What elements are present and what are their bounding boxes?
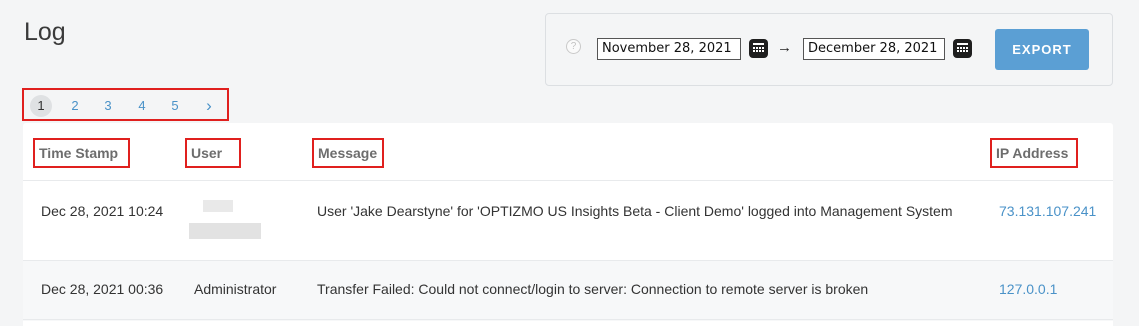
end-date-input[interactable]: December 28, 2021 — [803, 38, 945, 60]
page-5-link[interactable]: 5 — [168, 95, 182, 117]
next-page-icon[interactable]: › — [202, 95, 216, 117]
export-button[interactable]: EXPORT — [995, 29, 1089, 70]
column-header-user[interactable]: User — [185, 138, 241, 168]
date-filter-panel: ? November 28, 2021 → December 28, 2021 … — [545, 13, 1113, 86]
cell-user: Administrator — [194, 281, 277, 297]
row-divider — [23, 180, 1113, 181]
range-arrow: → — [777, 39, 792, 56]
table-row: Dec 28, 2021 00:36 Administrator Transfe… — [23, 261, 1113, 321]
page-1-link[interactable]: 1 — [30, 95, 52, 117]
calendar-icon[interactable] — [749, 39, 768, 58]
row-divider — [23, 319, 1113, 320]
page-title: Log — [24, 18, 66, 46]
cell-timestamp: Dec 28, 2021 00:36 — [41, 281, 164, 297]
column-header-message[interactable]: Message — [312, 138, 384, 168]
cell-ip-link[interactable]: 127.0.0.1 — [999, 281, 1057, 297]
page-2-link[interactable]: 2 — [68, 95, 82, 117]
start-date-input[interactable]: November 28, 2021 — [597, 38, 741, 60]
help-icon[interactable]: ? — [566, 39, 581, 54]
cell-message: User 'Jake Dearstyne' for 'OPTIZMO US In… — [317, 203, 953, 219]
pagination: 1 2 3 4 5 › — [22, 88, 229, 121]
page-4-link[interactable]: 4 — [135, 95, 149, 117]
column-header-ip[interactable]: IP Address — [990, 138, 1078, 168]
calendar-icon[interactable] — [953, 39, 972, 58]
cell-timestamp: Dec 28, 2021 10:24 — [41, 203, 164, 219]
page-3-link[interactable]: 3 — [101, 95, 115, 117]
log-table: Time Stamp User Message IP Address Dec 2… — [23, 123, 1113, 326]
column-header-timestamp[interactable]: Time Stamp — [33, 138, 130, 168]
cell-ip-link[interactable]: 73.131.107.241 — [999, 203, 1096, 219]
cell-message: Transfer Failed: Could not connect/login… — [317, 281, 869, 297]
